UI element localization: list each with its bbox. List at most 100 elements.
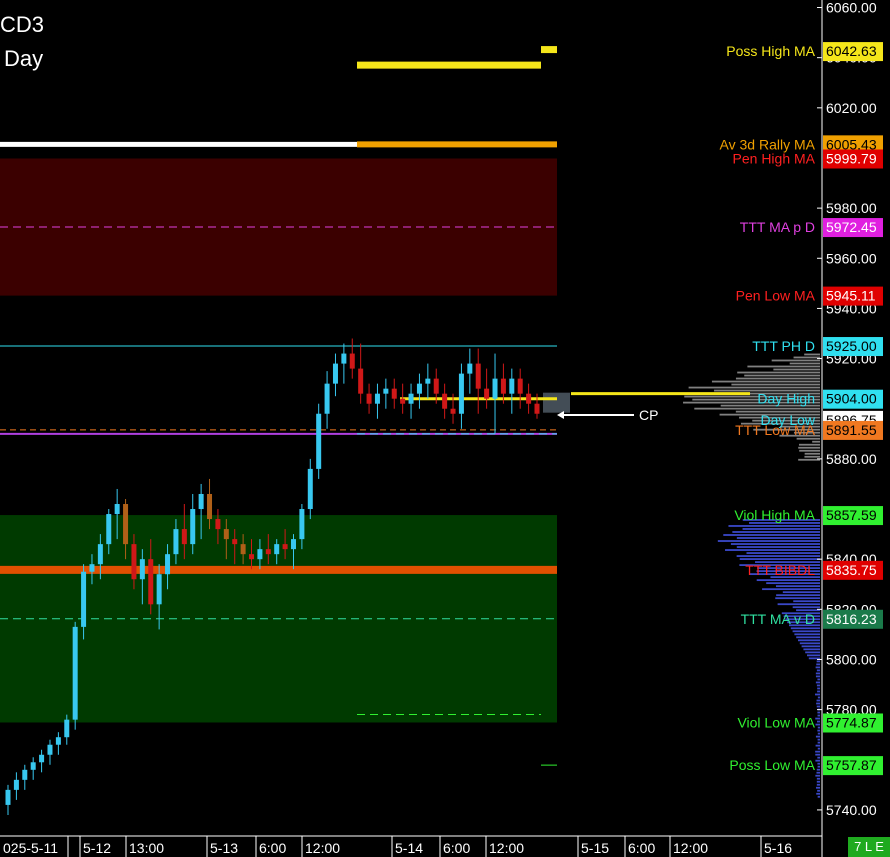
profile-bar: [815, 751, 820, 753]
candle-body: [316, 414, 321, 469]
profile-bar: [737, 555, 820, 557]
profile-bar: [816, 736, 820, 738]
profile-bar: [798, 459, 820, 461]
profile-bar: [732, 531, 820, 533]
level-badge-value: 5816.23: [826, 611, 877, 627]
time-tick-label: 12:00: [305, 840, 340, 856]
candle-body: [509, 379, 514, 394]
profile-bar: [816, 666, 820, 668]
profile-bar: [794, 357, 820, 359]
price-chart[interactable]: CP 6060.006040.006020.005980.005960.0059…: [0, 0, 890, 857]
price-tick-label: 5800.00: [826, 651, 877, 667]
candle-body: [22, 770, 27, 780]
status-badge[interactable]: 7 L E: [848, 837, 890, 857]
level-label: Pen Low MA: [736, 288, 816, 304]
level-badge-value: 5835.75: [826, 562, 877, 578]
profile-bar: [783, 591, 820, 593]
profile-bar: [817, 660, 820, 662]
candle-body: [131, 544, 136, 579]
candle-body: [148, 559, 153, 604]
candle-body: [459, 374, 464, 414]
candle-body: [182, 529, 187, 544]
profile-bar: [794, 633, 820, 635]
time-tick-label: 6:00: [628, 840, 655, 856]
profile-bar: [804, 456, 820, 458]
level-label: Poss High MA: [726, 43, 815, 59]
candle-body: [98, 544, 103, 564]
candle-body: [299, 509, 304, 539]
profile-bar: [817, 688, 820, 690]
level-label: Poss Low MA: [729, 757, 815, 773]
profile-bar: [798, 639, 820, 641]
profile-bar: [817, 778, 820, 780]
profile-bar: [803, 648, 820, 650]
time-tick-label: 13:00: [129, 840, 164, 856]
candle-body: [89, 564, 94, 572]
profile-bar: [728, 525, 820, 527]
profile-bar: [816, 673, 820, 675]
profile-bar: [817, 730, 820, 732]
candle-body: [274, 544, 279, 554]
candle-body: [232, 539, 237, 544]
profile-bar: [815, 694, 820, 696]
candle-body: [257, 549, 262, 559]
candle-body: [173, 529, 178, 554]
profile-bar: [818, 715, 820, 717]
price-tick-label: 6020.00: [826, 100, 877, 116]
profile-bar: [817, 763, 820, 765]
candle-body: [493, 379, 498, 399]
price-tick-label: 5960.00: [826, 250, 877, 266]
profile-bar: [817, 706, 820, 708]
profile-bar: [796, 636, 820, 638]
profile-bar: [817, 700, 820, 702]
profile-bar: [747, 552, 820, 554]
candle-body: [341, 354, 346, 364]
candle[interactable]: [73, 622, 78, 730]
candle-body: [56, 737, 61, 745]
candle-body: [476, 364, 481, 389]
candle-body: [434, 379, 439, 394]
candle-body: [358, 369, 363, 394]
profile-bar: [818, 748, 820, 750]
profile-bar: [793, 630, 820, 632]
level-label: Day High: [757, 391, 815, 407]
time-tick-label: 12:00: [489, 840, 524, 856]
candle-body: [224, 529, 229, 539]
candle-body: [409, 394, 414, 404]
candle-body: [417, 384, 422, 394]
profile-bar: [816, 724, 820, 726]
profile-bar: [762, 588, 820, 590]
profile-bar: [743, 528, 820, 530]
candle-body: [39, 755, 44, 763]
candle-body: [467, 364, 472, 374]
candle-body: [165, 554, 170, 574]
time-tick-label: 6:00: [259, 840, 286, 856]
profile-bar: [817, 790, 820, 792]
candle-body: [333, 364, 338, 384]
profile-bar: [817, 679, 820, 681]
candle-body: [425, 379, 430, 384]
profile-bar: [793, 600, 820, 602]
level-label: TTT Low MA: [735, 422, 816, 438]
profile-bar: [817, 781, 820, 783]
profile-bar: [747, 366, 820, 368]
profile-bar: [816, 703, 820, 705]
profile-bar: [812, 441, 820, 443]
candle-body: [518, 379, 523, 394]
time-tick-label: 12:00: [673, 840, 708, 856]
candle[interactable]: [316, 404, 321, 479]
candle-body: [157, 574, 162, 604]
candle-body: [207, 494, 212, 519]
profile-bar: [773, 369, 820, 371]
profile-bar: [816, 787, 820, 789]
candle-body: [81, 572, 86, 627]
profile-bar: [799, 450, 820, 452]
candle-body: [375, 394, 380, 404]
profile-bar: [731, 384, 820, 386]
profile-bar: [737, 537, 820, 539]
candle-body: [501, 379, 506, 394]
time-tick-label: 5-12: [83, 840, 111, 856]
profile-bar: [817, 685, 820, 687]
candle-body: [47, 745, 52, 755]
profile-bar: [791, 627, 820, 629]
